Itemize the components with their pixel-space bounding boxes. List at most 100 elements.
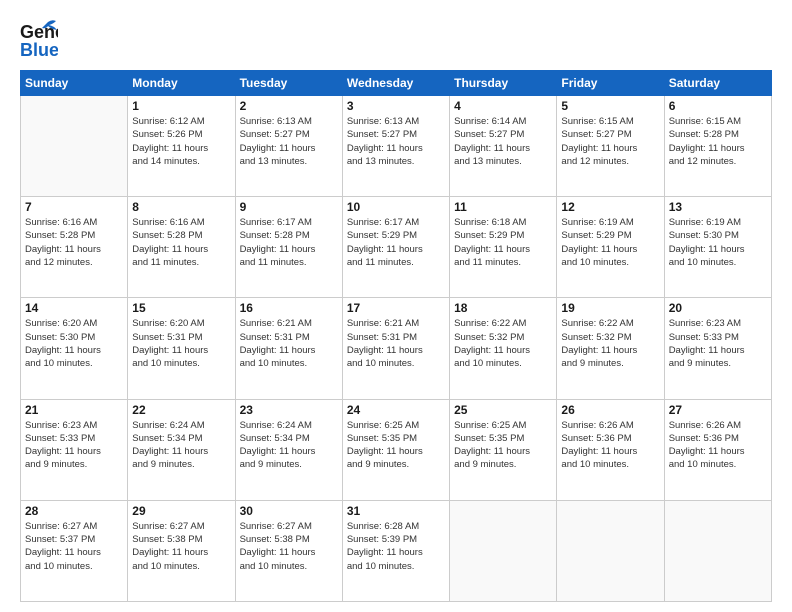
calendar-cell: 6 Sunrise: 6:15 AM Sunset: 5:28 PM Daylig… — [664, 96, 771, 197]
day-number: 29 — [132, 504, 230, 518]
day-info: Sunrise: 6:26 AM Sunset: 5:36 PM Dayligh… — [669, 419, 767, 472]
day-number: 8 — [132, 200, 230, 214]
day-info: Sunrise: 6:24 AM Sunset: 5:34 PM Dayligh… — [132, 419, 230, 472]
day-number: 14 — [25, 301, 123, 315]
calendar-cell: 15Sunrise: 6:20 AM Sunset: 5:31 PM Dayli… — [128, 298, 235, 399]
day-number: 26 — [561, 403, 659, 417]
day-info: Sunrise: 6:16 AM Sunset: 5:28 PM Dayligh… — [132, 216, 230, 269]
day-number: 5 — [561, 99, 659, 113]
day-number: 13 — [669, 200, 767, 214]
calendar-table: SundayMondayTuesdayWednesdayThursdayFrid… — [20, 70, 772, 602]
calendar-week-row: 7 Sunrise: 6:16 AM Sunset: 5:28 PM Daylig… — [21, 197, 772, 298]
day-number: 7 — [25, 200, 123, 214]
calendar-cell: 31 Sunrise: 6:28 AM Sunset: 5:39 PM Dayli… — [342, 500, 449, 601]
day-number: 4 — [454, 99, 552, 113]
weekday-header: Saturday — [664, 71, 771, 96]
weekday-header: Thursday — [450, 71, 557, 96]
calendar-cell: 5 Sunrise: 6:15 AM Sunset: 5:27 PM Daylig… — [557, 96, 664, 197]
day-info: Sunrise: 6:23 AM Sunset: 5:33 PM Dayligh… — [25, 419, 123, 472]
page: General Blue SundayMondayTuesdayWednesda… — [0, 0, 792, 612]
calendar-cell: 29 Sunrise: 6:27 AM Sunset: 5:38 PM Dayli… — [128, 500, 235, 601]
calendar-cell: 8 Sunrise: 6:16 AM Sunset: 5:28 PM Daylig… — [128, 197, 235, 298]
day-info: Sunrise: 6:27 AM Sunset: 5:37 PM Dayligh… — [25, 520, 123, 573]
calendar-cell: 25 Sunrise: 6:25 AM Sunset: 5:35 PM Dayli… — [450, 399, 557, 500]
calendar-cell: 27 Sunrise: 6:26 AM Sunset: 5:36 PM Dayli… — [664, 399, 771, 500]
calendar-cell: 3Sunrise: 6:13 AM Sunset: 5:27 PM Daylig… — [342, 96, 449, 197]
weekday-header: Tuesday — [235, 71, 342, 96]
calendar-cell: 7 Sunrise: 6:16 AM Sunset: 5:28 PM Daylig… — [21, 197, 128, 298]
weekday-header: Wednesday — [342, 71, 449, 96]
svg-text:Blue: Blue — [20, 40, 58, 60]
calendar-cell: 19 Sunrise: 6:22 AM Sunset: 5:32 PM Dayli… — [557, 298, 664, 399]
calendar-cell: 20Sunrise: 6:23 AM Sunset: 5:33 PM Dayli… — [664, 298, 771, 399]
day-info: Sunrise: 6:25 AM Sunset: 5:35 PM Dayligh… — [347, 419, 445, 472]
calendar-week-row: 28 Sunrise: 6:27 AM Sunset: 5:37 PM Dayli… — [21, 500, 772, 601]
calendar-cell: 24 Sunrise: 6:25 AM Sunset: 5:35 PM Dayli… — [342, 399, 449, 500]
day-number: 25 — [454, 403, 552, 417]
day-info: Sunrise: 6:22 AM Sunset: 5:32 PM Dayligh… — [561, 317, 659, 370]
day-number: 19 — [561, 301, 659, 315]
day-number: 28 — [25, 504, 123, 518]
day-info: Sunrise: 6:26 AM Sunset: 5:36 PM Dayligh… — [561, 419, 659, 472]
logo-icon: General Blue — [20, 18, 58, 60]
day-info: Sunrise: 6:25 AM Sunset: 5:35 PM Dayligh… — [454, 419, 552, 472]
calendar-cell: 30 Sunrise: 6:27 AM Sunset: 5:38 PM Dayli… — [235, 500, 342, 601]
day-number: 9 — [240, 200, 338, 214]
calendar-week-row: 1 Sunrise: 6:12 AM Sunset: 5:26 PM Daylig… — [21, 96, 772, 197]
day-number: 17 — [347, 301, 445, 315]
header: General Blue — [20, 18, 772, 60]
day-info: Sunrise: 6:17 AM Sunset: 5:28 PM Dayligh… — [240, 216, 338, 269]
day-number: 2 — [240, 99, 338, 113]
day-info: Sunrise: 6:12 AM Sunset: 5:26 PM Dayligh… — [132, 115, 230, 168]
day-number: 22 — [132, 403, 230, 417]
calendar-cell: 13Sunrise: 6:19 AM Sunset: 5:30 PM Dayli… — [664, 197, 771, 298]
calendar-cell: 12 Sunrise: 6:19 AM Sunset: 5:29 PM Dayli… — [557, 197, 664, 298]
day-info: Sunrise: 6:28 AM Sunset: 5:39 PM Dayligh… — [347, 520, 445, 573]
day-number: 11 — [454, 200, 552, 214]
calendar-cell — [21, 96, 128, 197]
day-number: 18 — [454, 301, 552, 315]
day-info: Sunrise: 6:19 AM Sunset: 5:29 PM Dayligh… — [561, 216, 659, 269]
calendar-week-row: 14Sunrise: 6:20 AM Sunset: 5:30 PM Dayli… — [21, 298, 772, 399]
day-number: 10 — [347, 200, 445, 214]
day-info: Sunrise: 6:22 AM Sunset: 5:32 PM Dayligh… — [454, 317, 552, 370]
day-number: 1 — [132, 99, 230, 113]
day-info: Sunrise: 6:27 AM Sunset: 5:38 PM Dayligh… — [132, 520, 230, 573]
calendar-cell — [557, 500, 664, 601]
svg-text:General: General — [20, 22, 58, 42]
day-number: 6 — [669, 99, 767, 113]
day-number: 30 — [240, 504, 338, 518]
calendar-cell: 14Sunrise: 6:20 AM Sunset: 5:30 PM Dayli… — [21, 298, 128, 399]
day-number: 15 — [132, 301, 230, 315]
day-number: 31 — [347, 504, 445, 518]
calendar-cell: 18 Sunrise: 6:22 AM Sunset: 5:32 PM Dayli… — [450, 298, 557, 399]
day-number: 23 — [240, 403, 338, 417]
calendar-cell — [450, 500, 557, 601]
weekday-header: Sunday — [21, 71, 128, 96]
weekday-header: Monday — [128, 71, 235, 96]
day-number: 21 — [25, 403, 123, 417]
weekday-header: Friday — [557, 71, 664, 96]
day-number: 16 — [240, 301, 338, 315]
day-number: 24 — [347, 403, 445, 417]
day-info: Sunrise: 6:27 AM Sunset: 5:38 PM Dayligh… — [240, 520, 338, 573]
calendar-cell: 17Sunrise: 6:21 AM Sunset: 5:31 PM Dayli… — [342, 298, 449, 399]
day-info: Sunrise: 6:24 AM Sunset: 5:34 PM Dayligh… — [240, 419, 338, 472]
calendar-cell: 9 Sunrise: 6:17 AM Sunset: 5:28 PM Daylig… — [235, 197, 342, 298]
day-info: Sunrise: 6:15 AM Sunset: 5:28 PM Dayligh… — [669, 115, 767, 168]
day-info: Sunrise: 6:14 AM Sunset: 5:27 PM Dayligh… — [454, 115, 552, 168]
calendar-cell: 26 Sunrise: 6:26 AM Sunset: 5:36 PM Dayli… — [557, 399, 664, 500]
calendar-cell: 21 Sunrise: 6:23 AM Sunset: 5:33 PM Dayli… — [21, 399, 128, 500]
day-info: Sunrise: 6:23 AM Sunset: 5:33 PM Dayligh… — [669, 317, 767, 370]
day-number: 27 — [669, 403, 767, 417]
calendar-week-row: 21 Sunrise: 6:23 AM Sunset: 5:33 PM Dayli… — [21, 399, 772, 500]
day-info: Sunrise: 6:15 AM Sunset: 5:27 PM Dayligh… — [561, 115, 659, 168]
day-info: Sunrise: 6:16 AM Sunset: 5:28 PM Dayligh… — [25, 216, 123, 269]
calendar-cell: 1 Sunrise: 6:12 AM Sunset: 5:26 PM Daylig… — [128, 96, 235, 197]
calendar-cell: 22 Sunrise: 6:24 AM Sunset: 5:34 PM Dayli… — [128, 399, 235, 500]
day-info: Sunrise: 6:18 AM Sunset: 5:29 PM Dayligh… — [454, 216, 552, 269]
logo: General Blue — [20, 18, 60, 60]
calendar-header-row: SundayMondayTuesdayWednesdayThursdayFrid… — [21, 71, 772, 96]
calendar-cell: 4 Sunrise: 6:14 AM Sunset: 5:27 PM Daylig… — [450, 96, 557, 197]
day-number: 12 — [561, 200, 659, 214]
